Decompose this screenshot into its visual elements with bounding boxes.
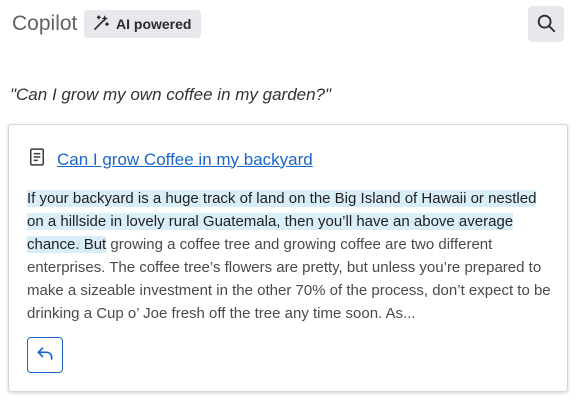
- document-icon: [27, 147, 47, 172]
- ai-powered-badge: AI powered: [84, 10, 202, 38]
- user-query: "Can I grow my own coffee in my garden?": [10, 85, 332, 104]
- result-title-link[interactable]: Can I grow Coffee in my backyard: [57, 150, 313, 170]
- result-snippet: If your backyard is a huge track of land…: [27, 187, 557, 325]
- magic-wand-icon: [92, 14, 110, 35]
- ai-powered-label: AI powered: [116, 16, 192, 32]
- search-button[interactable]: [528, 6, 564, 42]
- search-icon: [535, 12, 557, 37]
- result-header: Can I grow Coffee in my backyard: [27, 147, 313, 172]
- header: Copilot AI powered: [0, 0, 586, 48]
- reply-icon: [35, 344, 55, 367]
- snippet-text: growing a coffee tree and growing coffee…: [27, 236, 551, 322]
- answer-card: Can I grow Coffee in my backyard If your…: [8, 124, 568, 392]
- reply-button[interactable]: [27, 337, 63, 373]
- app-title: Copilot: [12, 12, 78, 35]
